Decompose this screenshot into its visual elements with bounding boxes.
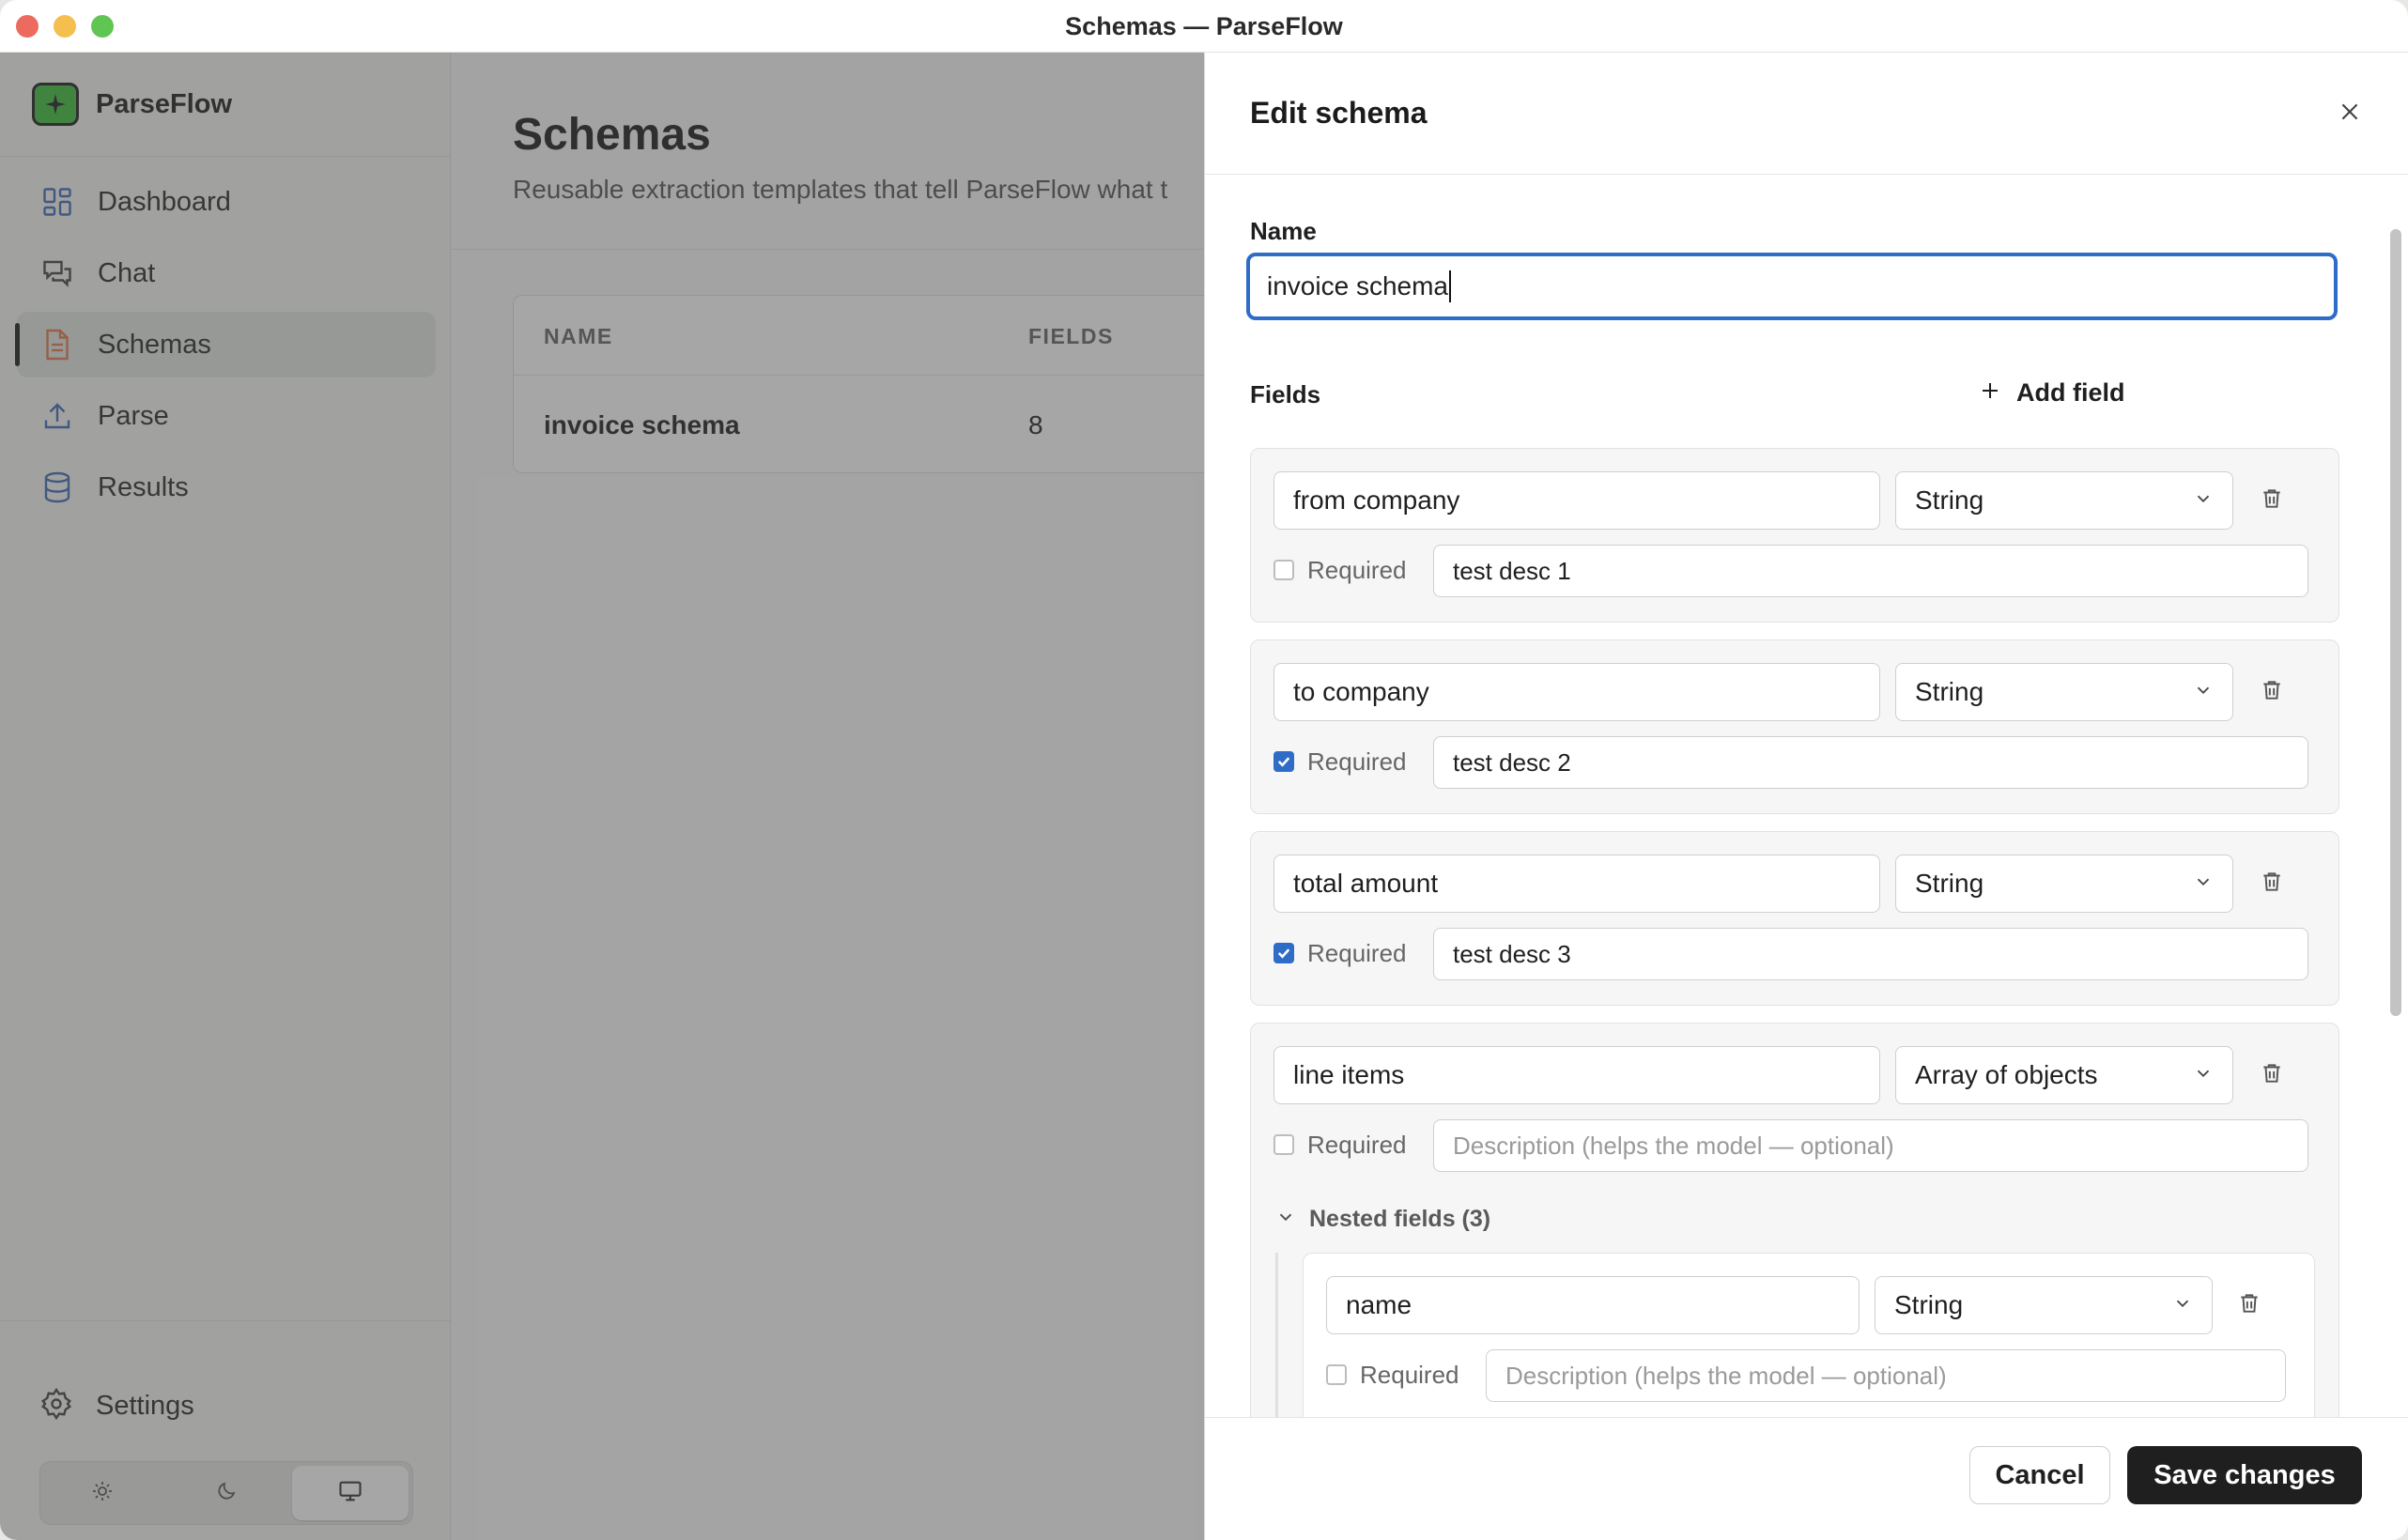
trash-icon	[2260, 870, 2284, 899]
required-label: Required	[1307, 938, 1407, 967]
field-card: total amount String Required test desc 3	[1250, 831, 2339, 1006]
drawer-footer: Cancel Save changes	[1205, 1417, 2408, 1540]
trash-icon	[2237, 1291, 2261, 1320]
close-icon	[2338, 100, 2362, 129]
required-checkbox[interactable]	[1273, 751, 1294, 772]
field-type-value: String	[1894, 1290, 1964, 1319]
field-description-input[interactable]: Description (helps the model — optional)	[1486, 1349, 2286, 1402]
field-description-input[interactable]: test desc 3	[1433, 928, 2308, 980]
drawer-title: Edit schema	[1250, 96, 1428, 130]
save-changes-button[interactable]: Save changes	[2127, 1446, 2362, 1504]
required-toggle[interactable]: Required	[1273, 738, 1407, 785]
chevron-down-icon	[1275, 1207, 1296, 1232]
nested-field-card: name String Required Description (helps …	[1303, 1253, 2315, 1417]
field-type-select[interactable]: String	[1895, 663, 2233, 721]
name-label: Name	[1250, 217, 1317, 245]
field-name-input[interactable]: name	[1326, 1276, 1860, 1334]
chevron-down-icon	[2193, 1060, 2214, 1090]
field-card: to company String Required test desc 2	[1250, 639, 2339, 814]
add-field-label: Add field	[2016, 377, 2125, 407]
field-name-input[interactable]: to company	[1273, 663, 1880, 721]
nested-fields-label: Nested fields (3)	[1309, 1205, 1491, 1232]
chevron-down-icon	[2193, 485, 2214, 516]
field-description-input[interactable]: test desc 2	[1433, 736, 2308, 789]
field-type-select[interactable]: String	[1895, 471, 2233, 530]
trash-icon	[2260, 1061, 2284, 1090]
delete-field-button[interactable]	[2252, 672, 2292, 712]
delete-field-button[interactable]	[2230, 1286, 2269, 1325]
field-description-input[interactable]: Description (helps the model — optional)	[1433, 1119, 2308, 1172]
fields-label: Fields	[1250, 380, 1321, 408]
modal-backdrop[interactable]	[0, 53, 1204, 1540]
text-caret	[1448, 270, 1451, 302]
required-label: Required	[1307, 747, 1407, 776]
required-toggle[interactable]: Required	[1326, 1351, 1459, 1398]
chevron-down-icon	[2193, 677, 2214, 707]
drawer-scrollbar[interactable]	[2386, 180, 2405, 1410]
required-checkbox[interactable]	[1273, 1134, 1294, 1155]
schema-name-value: invoice schema	[1267, 271, 1448, 300]
chevron-down-icon	[2172, 1290, 2193, 1320]
chevron-down-icon	[2193, 869, 2214, 899]
edit-schema-drawer: Edit schema Name invoice schema Fields A…	[1204, 53, 2408, 1540]
field-type-value: String	[1915, 869, 1984, 898]
required-toggle[interactable]: Required	[1273, 1121, 1407, 1168]
required-checkbox[interactable]	[1273, 943, 1294, 963]
drawer-header: Edit schema	[1205, 53, 2408, 175]
delete-field-button[interactable]	[2252, 481, 2292, 520]
field-type-select[interactable]: Array of objects	[1895, 1046, 2233, 1104]
field-type-value: String	[1915, 677, 1984, 706]
field-type-select[interactable]: String	[1875, 1276, 2213, 1334]
required-label: Required	[1307, 555, 1407, 584]
schema-name-input[interactable]: invoice schema	[1246, 253, 2338, 320]
title-bar: Schemas — ParseFlow	[0, 0, 2408, 53]
field-name-input[interactable]: line items	[1273, 1046, 1880, 1104]
field-name-input[interactable]: total amount	[1273, 855, 1880, 913]
trash-icon	[2260, 678, 2284, 707]
nested-fields-list: name String Required Description (helps …	[1275, 1253, 2322, 1417]
required-toggle[interactable]: Required	[1273, 930, 1407, 977]
field-type-select[interactable]: String	[1895, 855, 2233, 913]
field-card: line items Array of objects Required Des…	[1250, 1023, 2339, 1417]
field-type-value: Array of objects	[1915, 1060, 2098, 1089]
field-name-input[interactable]: from company	[1273, 471, 1880, 530]
required-label: Required	[1360, 1360, 1459, 1389]
delete-field-button[interactable]	[2252, 864, 2292, 903]
scrollbar-thumb[interactable]	[2390, 229, 2401, 1016]
plus-icon	[1979, 379, 2001, 407]
nested-fields-toggle[interactable]: Nested fields (3)	[1275, 1198, 1490, 1240]
field-card: from company String Required test desc 1	[1250, 448, 2339, 623]
required-toggle[interactable]: Required	[1273, 547, 1407, 593]
app-window: Schemas — ParseFlow ParseFlow Dashboard …	[0, 0, 2408, 1540]
field-description-input[interactable]: test desc 1	[1433, 545, 2308, 597]
close-drawer-button[interactable]	[2328, 92, 2371, 135]
delete-field-button[interactable]	[2252, 1055, 2292, 1095]
drawer-body: Name invoice schema Fields Add field fro…	[1205, 176, 2385, 1417]
required-checkbox[interactable]	[1273, 560, 1294, 580]
window-title: Schemas — ParseFlow	[1065, 12, 1343, 40]
required-checkbox[interactable]	[1326, 1364, 1347, 1385]
required-label: Required	[1307, 1130, 1407, 1159]
trash-icon	[2260, 486, 2284, 516]
add-field-button[interactable]: Add field	[1979, 369, 2125, 416]
field-type-value: String	[1915, 485, 1984, 515]
cancel-button[interactable]: Cancel	[1969, 1446, 2110, 1504]
